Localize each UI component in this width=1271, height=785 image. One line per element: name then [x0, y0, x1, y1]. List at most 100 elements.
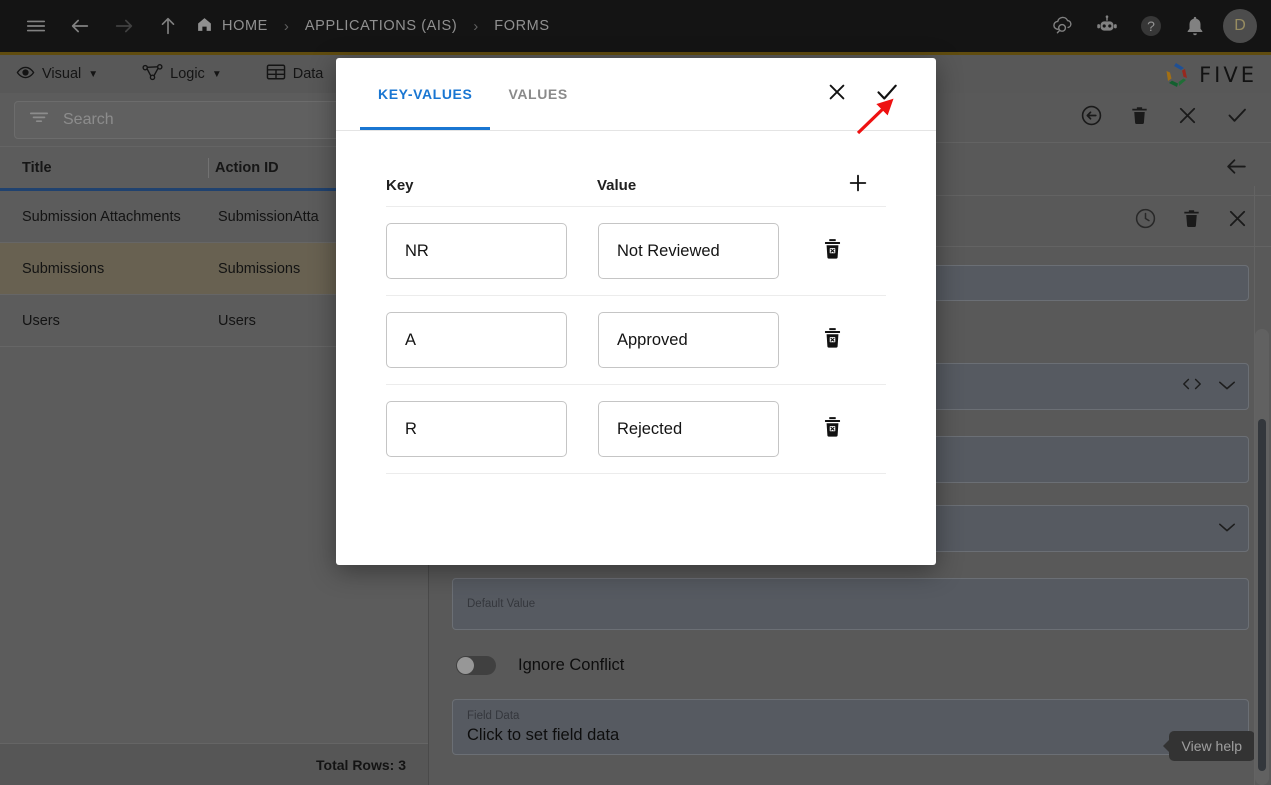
dialog-header: KEY-VALUES VALUES: [336, 58, 936, 131]
breadcrumb-separator: ›: [274, 18, 299, 35]
kv-key-value: NR: [405, 242, 429, 261]
kv-key-input[interactable]: A: [386, 312, 567, 368]
total-rows-status: Total Rows: 3: [0, 743, 428, 785]
app-root: HOME › APPLICATIONS (AIS) › FORMS: [0, 0, 1271, 785]
dialog-header-actions: [826, 58, 912, 130]
field-data-field[interactable]: Field Data Click to set field data: [452, 699, 1249, 755]
delete-trash-icon[interactable]: [1181, 208, 1202, 234]
delete-trash-icon: [822, 238, 843, 265]
kv-value-value: Not Reviewed: [617, 242, 720, 261]
hamburger-menu-icon[interactable]: [14, 4, 58, 48]
kv-header-key: Key: [386, 177, 597, 194]
detail-field-2-trailing: [1182, 364, 1236, 409]
default-value-field[interactable]: Default Value: [452, 578, 1249, 630]
ignore-conflict-toggle[interactable]: [456, 656, 496, 675]
confirm-check-icon[interactable]: [1225, 103, 1249, 132]
confirm-check-icon[interactable]: [874, 79, 900, 110]
svg-text:?: ?: [1147, 18, 1155, 34]
default-value-label: Default Value: [467, 596, 535, 612]
field-data-value: Click to set field data: [467, 724, 619, 746]
notifications-bell-icon[interactable]: [1173, 4, 1217, 48]
toolbar-label-visual: Visual: [42, 66, 81, 82]
close-x-icon[interactable]: [1226, 207, 1249, 235]
five-wordmark: FIVE: [1199, 63, 1257, 87]
chevron-down-icon: ▼: [212, 69, 222, 80]
five-mark-icon: [1162, 61, 1192, 89]
top-navigation-bar: HOME › APPLICATIONS (AIS) › FORMS: [0, 0, 1271, 52]
tab-key-values-label: KEY-VALUES: [378, 86, 472, 102]
kv-row: NR Not Reviewed: [386, 207, 886, 296]
scrollbar-thumb[interactable]: [1258, 419, 1266, 771]
kv-value-input[interactable]: Not Reviewed: [598, 223, 779, 279]
tab-key-values[interactable]: KEY-VALUES: [360, 58, 490, 130]
toolbar-item-logic[interactable]: Logic ▼: [142, 63, 222, 86]
field-data-label: Field Data: [467, 708, 519, 724]
close-x-icon[interactable]: [826, 81, 848, 108]
kv-value-input[interactable]: Approved: [598, 312, 779, 368]
view-help-tooltip: View help: [1169, 731, 1255, 761]
kv-key-value: A: [405, 331, 416, 350]
kv-value-input[interactable]: Rejected: [598, 401, 779, 457]
add-row-button[interactable]: [830, 172, 886, 199]
tooltip-text: View help: [1182, 738, 1242, 754]
code-brackets-icon[interactable]: [1182, 377, 1202, 396]
dialog-body: Key Value NR Not Reviewed: [336, 131, 936, 565]
dialog-tabs: KEY-VALUES VALUES: [336, 58, 586, 130]
back-arrow-icon[interactable]: [1224, 154, 1249, 184]
breadcrumb-label-forms: FORMS: [494, 18, 549, 34]
eye-icon: [16, 63, 35, 86]
breadcrumb-label-home: HOME: [222, 18, 268, 34]
kv-value-value: Approved: [617, 331, 688, 350]
kv-header-value: Value: [597, 177, 830, 194]
logic-nodes-icon: [142, 63, 163, 86]
ignore-conflict-label: Ignore Conflict: [518, 656, 624, 675]
breadcrumb-item-forms[interactable]: FORMS: [488, 18, 555, 34]
chevron-down-icon: ▼: [88, 69, 98, 80]
toggle-knob: [457, 657, 474, 674]
up-arrow-icon[interactable]: [146, 4, 190, 48]
key-values-dialog: KEY-VALUES VALUES Key V: [336, 58, 936, 565]
total-rows-label: Total Rows: 3: [316, 757, 406, 773]
cell-title: Submission Attachments: [0, 209, 212, 225]
kv-delete-row-button[interactable]: [804, 238, 860, 265]
kv-key-input[interactable]: R: [386, 401, 567, 457]
robot-assistant-icon[interactable]: [1085, 4, 1129, 48]
home-icon: [196, 16, 213, 37]
cell-title: Submissions: [0, 261, 212, 277]
delete-trash-icon[interactable]: [1129, 105, 1150, 131]
delete-trash-icon: [822, 416, 843, 443]
forward-arrow-icon[interactable]: [102, 4, 146, 48]
detail-field-4-trailing: [1218, 506, 1236, 551]
kv-row: R Rejected: [386, 385, 886, 474]
avatar-initial: D: [1234, 17, 1246, 35]
revert-back-circle-icon[interactable]: [1080, 104, 1103, 132]
chevron-down-icon[interactable]: [1218, 378, 1236, 396]
back-arrow-icon[interactable]: [58, 4, 102, 48]
five-brand-logo: FIVE: [1162, 61, 1257, 89]
kv-delete-row-button[interactable]: [804, 416, 860, 443]
chevron-down-icon[interactable]: [1218, 520, 1236, 538]
tab-values[interactable]: VALUES: [490, 58, 585, 130]
kv-delete-row-button[interactable]: [804, 327, 860, 354]
toolbar-label-data: Data: [293, 66, 324, 82]
breadcrumb-item-applications[interactable]: APPLICATIONS (AIS): [299, 18, 463, 34]
kv-key-value: R: [405, 420, 417, 439]
column-header-title[interactable]: Title: [0, 160, 212, 176]
toolbar-item-data[interactable]: Data: [266, 63, 324, 85]
plus-icon: [847, 172, 869, 199]
kv-row: A Approved: [386, 296, 886, 385]
kv-key-input[interactable]: NR: [386, 223, 567, 279]
toolbar-item-visual[interactable]: Visual ▼: [16, 63, 98, 86]
help-icon[interactable]: ?: [1129, 4, 1173, 48]
tab-values-label: VALUES: [508, 86, 567, 102]
detail-panel-scrollbar[interactable]: [1255, 329, 1269, 785]
toolbar-label-logic: Logic: [170, 66, 205, 82]
avatar[interactable]: D: [1223, 9, 1257, 43]
kv-table-header: Key Value: [386, 131, 886, 207]
breadcrumb-item-home[interactable]: HOME: [190, 16, 274, 37]
close-x-icon[interactable]: [1176, 104, 1199, 132]
cell-title: Users: [0, 313, 212, 329]
history-clock-icon[interactable]: [1134, 207, 1157, 235]
cloud-search-icon[interactable]: [1041, 4, 1085, 48]
ignore-conflict-row: Ignore Conflict: [456, 656, 1249, 675]
